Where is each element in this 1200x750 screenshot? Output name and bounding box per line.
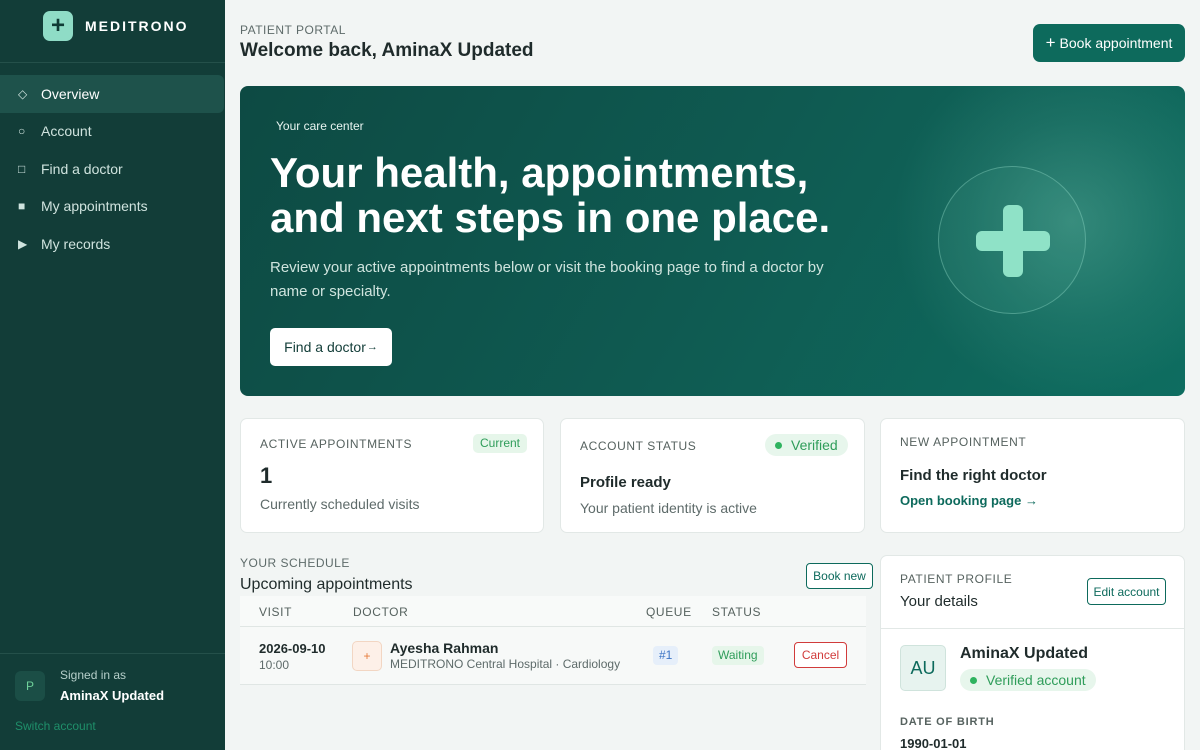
sidebar-item-label: My records [41,235,111,252]
find-doctor-label: Find a doctor [284,339,366,355]
sidebar-item-label: My appointments [41,198,148,215]
active-appointments-card: ACTIVE APPOINTMENTS Current 1 Currently … [240,418,544,533]
sidebar-item-find-doctor[interactable]: □ Find a doctor [0,150,224,188]
card-label: ACCOUNT STATUS [580,439,697,453]
new-appointment-card: NEW APPOINTMENT Find the right doctor Op… [880,418,1185,533]
column-header-status: STATUS [712,605,762,619]
card-title: Find the right doctor [900,467,1047,484]
active-appointments-count: 1 [260,463,273,488]
column-header-doctor: DOCTOR [353,605,409,619]
verified-account-label: Verified account [986,672,1086,688]
hero-description: Review your active appointments below or… [270,259,824,300]
verified-label: Verified [791,437,838,453]
circle-icon: ○ [18,124,26,139]
sidebar-item-label: Account [41,123,92,140]
card-title: Your details [900,593,978,610]
page-eyebrow: PATIENT PORTAL [240,23,346,37]
visit-time: 10:00 [259,658,290,672]
dob-label: DATE OF BIRTH [900,716,995,728]
sidebar-item-my-records[interactable]: ▶ My records [0,225,224,263]
arrow-right-icon: → [366,341,378,353]
card-label: ACTIVE APPOINTMENTS [260,437,413,451]
table-row: 2026-09-10 10:00 + Ayesha Rahman MEDITRO… [240,627,866,685]
switch-account-link[interactable]: Switch account [15,719,96,733]
column-header-visit: VISIT [259,605,293,619]
signed-in-user: P Signed in as AminaX Updated [15,668,164,703]
find-doctor-button[interactable]: Find a doctor → [270,328,392,366]
dob-value: 1990-01-01 [900,736,967,750]
play-icon: ▶ [18,236,28,251]
status-dot-icon [775,441,782,449]
medical-cross-icon-bar [976,231,1050,251]
card-label: NEW APPOINTMENT [900,435,1027,449]
doctor-location: MEDITRONO Central Hospital · Cardiology [390,657,621,671]
brand-name: MEDITRONO [85,18,189,34]
patient-profile-card: PATIENT PROFILE Your details Edit accoun… [880,555,1185,750]
account-status-card: ACCOUNT STATUS Verified Profile ready Yo… [560,418,865,533]
appointments-table-header: VISIT DOCTOR QUEUE STATUS [240,596,866,627]
card-title: Profile ready [580,474,671,491]
square-icon: □ [18,161,26,176]
card-label: PATIENT PROFILE [900,572,1013,586]
plus-icon: + [1045,33,1056,52]
verified-badge: Verified [765,434,848,456]
edit-account-button[interactable]: Edit account [1087,578,1166,605]
profile-name: AminaX Updated [960,645,1089,662]
sidebar-item-account[interactable]: ○ Account [0,113,224,151]
sidebar-item-label: Overview [41,85,100,102]
brand[interactable]: + MEDITRONO [43,11,189,41]
status-dot-icon [970,676,977,684]
book-new-button[interactable]: Book new [806,563,873,589]
card-subtitle: Your patient identity is active [580,500,757,516]
filled-square-icon: ■ [18,199,26,214]
avatar: P [15,671,45,701]
book-appointment-button[interactable]: + Book appointment [1033,24,1185,62]
schedule-title: Upcoming appointments [240,576,413,593]
signed-in-name: AminaX Updated [60,688,165,703]
doctor-name: Ayesha Rahman [390,640,499,656]
status-badge: Current [473,434,528,453]
doctor-avatar: + [352,641,382,671]
open-booking-page-link[interactable]: Open booking page → [900,493,1038,508]
sidebar-item-overview[interactable]: ◇ Overview [0,75,224,113]
medical-cross-logo-icon: + [43,11,73,41]
hero-title: Your health, appointments, and next step… [270,149,831,241]
signed-in-label: Signed in as [60,668,127,682]
column-header-queue: QUEUE [646,605,692,619]
hero-banner: Your care center Your health, appointmen… [240,86,1185,396]
hero-tag: Your care center [276,119,364,133]
book-appointment-label: Book appointment [1059,35,1173,51]
card-subtitle: Currently scheduled visits [260,496,420,512]
cancel-appointment-button[interactable]: Cancel [794,642,847,668]
diamond-icon: ◇ [18,86,28,101]
verified-account-badge: Verified account [960,669,1096,691]
sidebar-divider [0,653,225,654]
avatar: AU [900,645,946,691]
schedule-eyebrow: YOUR SCHEDULE [240,556,350,570]
card-divider [881,628,1184,629]
sidebar-nav: ◇ Overview ○ Account □ Find a doctor ■ M… [0,75,225,263]
sidebar-item-my-appointments[interactable]: ■ My appointments [0,188,224,226]
sidebar: + MEDITRONO ◇ Overview ○ Account □ Find … [0,0,225,750]
status-badge: Waiting [712,646,764,665]
sidebar-item-label: Find a doctor [41,160,123,177]
sidebar-divider [0,62,225,63]
queue-badge: #1 [653,646,679,665]
visit-date: 2026-09-10 [259,641,326,656]
page-title: Welcome back, AminaX Updated [240,40,534,61]
